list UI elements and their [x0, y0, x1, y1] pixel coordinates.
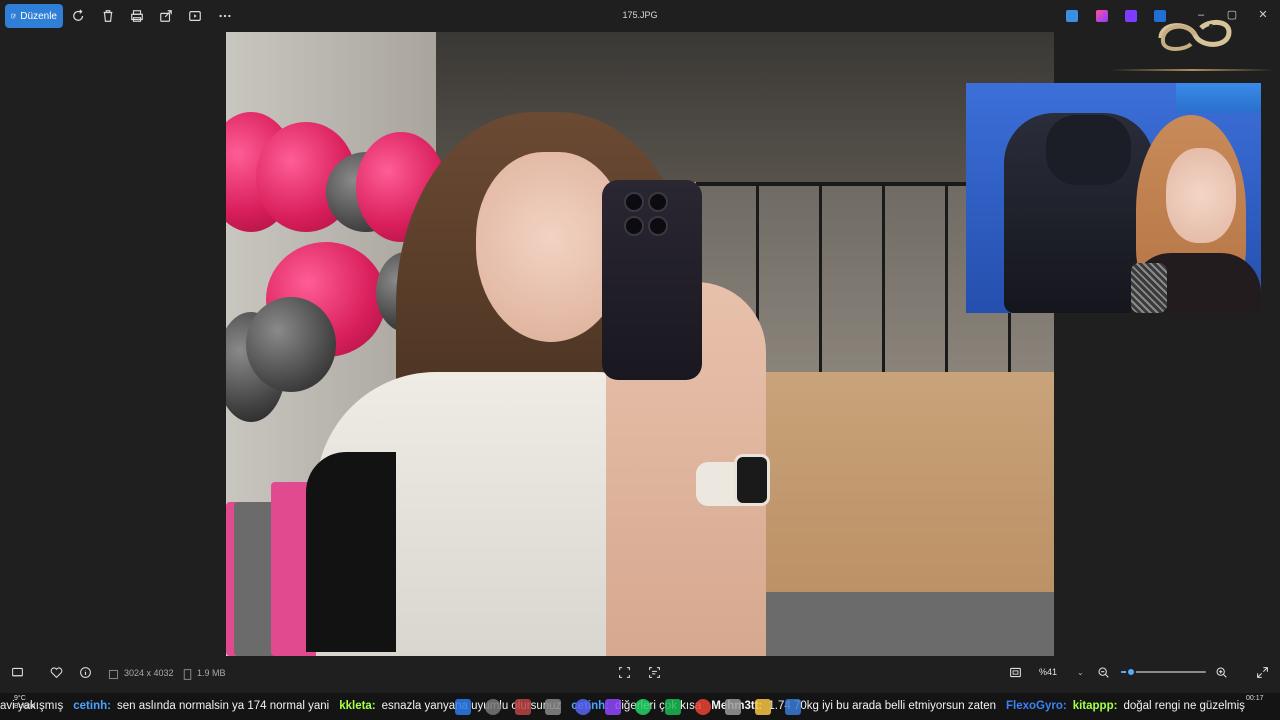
chat-username: cetinh:: [73, 700, 111, 712]
zoom-out-icon[interactable]: [1097, 666, 1111, 680]
taskbar-app-icon[interactable]: [665, 699, 681, 715]
webcam-shelf: [1176, 83, 1261, 113]
photo-mat: [736, 592, 1054, 656]
chat-username: kitappp:: [1072, 700, 1118, 712]
taskbar-app-icon[interactable]: [605, 699, 621, 715]
taskbar-app-icon[interactable]: [695, 699, 711, 715]
weather-temp: 9°C: [14, 695, 26, 702]
taskbar-app-icon[interactable]: [785, 699, 801, 715]
close-icon[interactable]: ✕: [1256, 8, 1270, 22]
image-dimensions: 3024 x 4032: [124, 668, 174, 678]
tray-app-icon[interactable]: [1125, 10, 1137, 22]
filmstrip-icon[interactable]: [11, 666, 25, 680]
info-icon[interactable]: [79, 666, 93, 680]
file-size: 1.9 MB: [197, 668, 226, 678]
chat-username: kkleta:: [339, 700, 376, 712]
crop-icon[interactable]: [618, 666, 632, 680]
chevron-down-icon: ⌄: [1077, 667, 1084, 677]
microphone: [1131, 263, 1167, 313]
taskbar-app-icon[interactable]: [575, 699, 591, 715]
zoom-level: %41: [1039, 667, 1058, 677]
file-title: 175.JPG: [622, 10, 658, 20]
taskbar-clock[interactable]: 00:17: [1246, 694, 1264, 703]
zoom-in-icon[interactable]: [1215, 666, 1229, 680]
main-photo[interactable]: [226, 32, 1054, 656]
fit-to-window-icon[interactable]: [1009, 666, 1023, 680]
weather-desc: Bulutlu: [14, 703, 36, 710]
weather-widget[interactable]: 9°C Bulutlu: [14, 695, 35, 711]
folder-icon[interactable]: [755, 699, 771, 715]
taskbar-app-icon[interactable]: [635, 699, 651, 715]
bottom-bar: 3024 x 4032 1.9 MB: [0, 660, 1280, 686]
camera-lens: [624, 192, 644, 212]
dimensions-icon: [107, 668, 121, 682]
fullscreen-icon[interactable]: [1256, 666, 1270, 680]
webcam-overlay: [966, 83, 1261, 313]
visual-search-icon[interactable]: [648, 666, 662, 680]
subject-sleeve: [306, 452, 396, 652]
taskbar-app-icon[interactable]: [725, 699, 741, 715]
tray-app-icon[interactable]: [1096, 10, 1108, 22]
chat-username: FlexoGyro:: [1006, 700, 1067, 712]
smartwatch: [734, 454, 770, 506]
chat-message: sen aslında normalsin ya 174 normal yani: [116, 700, 330, 712]
chat-message: doğal rengi ne güzelmiş: [1123, 700, 1245, 712]
camera-lens: [648, 192, 668, 212]
camera-lens: [648, 216, 668, 236]
gaming-chair-headrest: [1046, 115, 1131, 185]
phone: [602, 180, 702, 380]
logo-divider: [1110, 69, 1275, 71]
photo-viewer-window: Düzenle 175.JPG – ▢ ✕ 3024 x 4032 1.9 MB…: [0, 0, 1280, 720]
top-toolbar: Düzenle 175.JPG – ▢ ✕: [0, 0, 1280, 32]
exercise-ball: [246, 297, 336, 392]
taskbar-apps: [455, 696, 835, 718]
dragon-logo: [1158, 20, 1232, 51]
tray-app-icon[interactable]: [1066, 10, 1078, 22]
file-size-icon: [181, 668, 195, 682]
windows-start-icon[interactable]: [455, 699, 471, 715]
camera-lens: [624, 216, 644, 236]
search-icon[interactable]: [485, 699, 501, 715]
taskbar-app-icon[interactable]: [515, 699, 531, 715]
favorite-icon[interactable]: [50, 666, 64, 680]
streamer-face: [1166, 148, 1236, 243]
taskbar-app-icon[interactable]: [545, 699, 561, 715]
zoom-level-dropdown[interactable]: %41 ⌄: [1033, 663, 1087, 681]
